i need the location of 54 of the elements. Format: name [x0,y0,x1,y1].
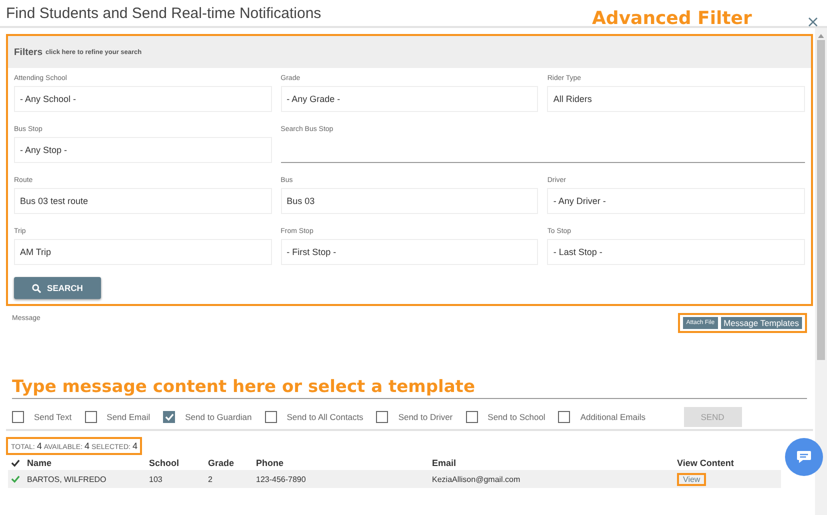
dropdown-field[interactable]: - Any School - [14,86,272,112]
window-title: Find Students and Send Real-time Notifications [6,4,322,22]
dropdown-field[interactable]: - Any Driver - [547,188,805,214]
dropdown-field[interactable]: All Riders [547,86,805,112]
scrollbar-thumb[interactable] [817,40,825,360]
check-icon [11,475,20,483]
select-all-icon [11,458,20,466]
annotation-label: Type message content here or select a template [12,377,475,397]
close-button[interactable] [807,16,819,28]
checkbox[interactable] [376,411,388,423]
checkbox-label: Send to Driver [398,412,453,422]
checkbox-label: Send to School [488,412,546,422]
table-cell-text: BARTOS, WILFREDO [27,474,108,484]
column-header: Grade [208,458,236,468]
templates-button[interactable]: Message Templates [720,317,802,329]
column-header: School [149,458,180,468]
checkbox-label: Send to All Contacts [286,412,364,422]
checkbox[interactable] [558,411,570,423]
table-cell-text: 103 [149,474,164,484]
filter-title: Filters [14,46,43,58]
dropdown-field[interactable]: - First Stop - [280,239,538,265]
dropdown-field[interactable]: AM Trip [14,239,272,265]
checkbox[interactable] [163,411,176,423]
column-header: Phone [256,458,285,468]
search-button[interactable]: SEARCH [14,277,101,299]
annotation-label: Advanced Filter [592,8,752,29]
table-cell-text: 2 [208,474,214,484]
checkbox[interactable] [12,411,24,423]
dropdown-field[interactable]: Bus 03 [280,188,538,214]
dropdown-field[interactable]: - Any Stop - [14,137,272,163]
view-link[interactable]: View [677,472,706,486]
search-icon [32,284,42,292]
summary-count: 4 [36,441,42,451]
chat-icon [796,450,812,464]
table-row[interactable]: BARTOS, WILFREDO 103 2 123-456-7890 KeziaAllison@gmail.com View [8,470,781,488]
checkbox-label: Additional Emails [580,412,646,422]
table-cell-text: 123-456-7890 [256,474,307,484]
summary-count: 4 [84,441,90,451]
dropdown-field[interactable]: - Any Grade - [280,86,538,112]
dropdown-field[interactable]: Bus 03 test route [14,188,272,214]
chat-button[interactable] [785,438,823,476]
table-cell-text: KeziaAllison@gmail.com [432,474,522,484]
checkbox[interactable] [84,411,97,423]
checkbox[interactable] [264,411,277,423]
column-header: Email [432,458,458,468]
column-header: Name [27,458,53,468]
dropdown-field[interactable]: - Last Stop - [547,239,805,265]
checkbox[interactable] [466,411,478,423]
checkbox-label: Send to Guardian [185,412,252,422]
checkmark-icon [164,413,174,421]
column-header: View Content [677,458,735,468]
checkbox-label: Send Email [106,412,150,422]
summary-count: 4 [132,441,138,451]
checkbox-label: Send Text [34,412,72,422]
